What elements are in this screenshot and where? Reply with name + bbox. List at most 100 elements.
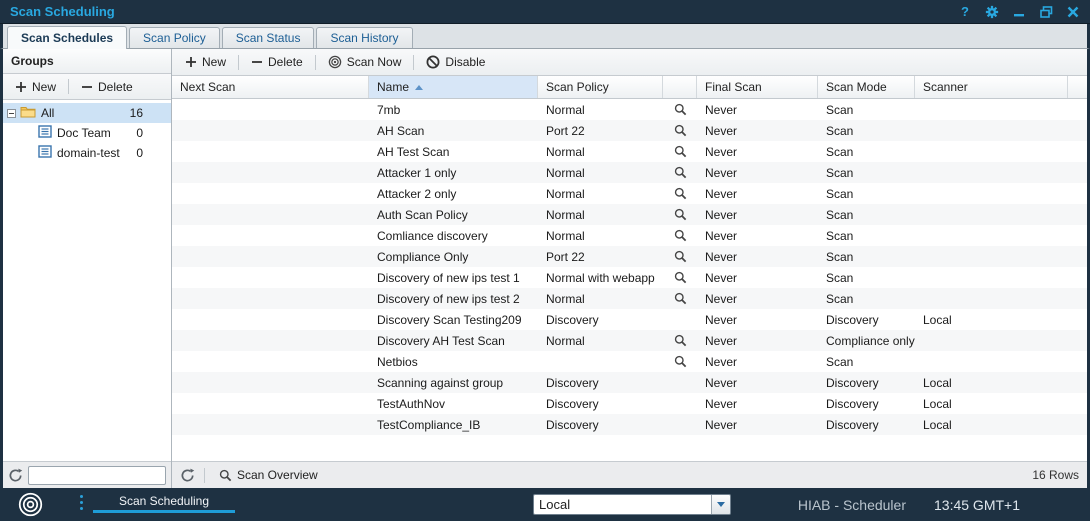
magnifier-icon[interactable] — [674, 187, 687, 200]
cell-scan-mode: Discovery — [818, 414, 915, 435]
table-row[interactable]: AH Test Scan Normal Never Scan — [172, 141, 1087, 162]
help-icon[interactable]: ? — [958, 5, 972, 19]
toolbar-separator — [315, 55, 316, 70]
magnifier-icon[interactable] — [674, 355, 687, 368]
magnifier-icon[interactable] — [674, 334, 687, 347]
magnifier-icon[interactable] — [674, 229, 687, 242]
column-header-scan-mode[interactable]: Scan Mode — [818, 76, 915, 98]
scan-now-button[interactable]: Scan Now — [323, 53, 407, 71]
status-bar: Scan Scheduling Local HIAB - Scheduler 1… — [0, 488, 1090, 521]
cell-name: Compliance Only — [369, 246, 538, 267]
minimize-icon[interactable] — [1012, 5, 1026, 19]
restore-icon[interactable] — [1039, 5, 1053, 19]
refresh-icon[interactable] — [8, 468, 23, 483]
schedules-panel: New Delete — [172, 49, 1087, 488]
table-row[interactable]: Compliance Only Port 22 Never Scan — [172, 246, 1087, 267]
table-row[interactable]: Attacker 1 only Normal Never Scan — [172, 162, 1087, 183]
row-count: 16 Rows — [1032, 468, 1079, 482]
column-header-policy-view[interactable] — [663, 76, 697, 98]
collapse-icon[interactable] — [7, 109, 16, 118]
magnifier-icon[interactable] — [674, 271, 687, 284]
plus-icon — [15, 81, 27, 93]
magnifier-icon[interactable] — [674, 166, 687, 179]
group-delete-button[interactable]: Delete — [76, 78, 138, 96]
table-row[interactable]: TestAuthNov Discovery Never Discovery Lo… — [172, 393, 1087, 414]
cell-scanner: Local — [915, 309, 1068, 330]
cell-name: Discovery Scan Testing209 — [369, 309, 538, 330]
column-header-scan-policy[interactable]: Scan Policy — [538, 76, 663, 98]
table-row[interactable]: 7mb Normal Never Scan — [172, 99, 1087, 120]
tab-scan-history[interactable]: Scan History — [316, 27, 412, 48]
cell-next-scan — [172, 267, 369, 288]
magnifier-icon[interactable] — [674, 292, 687, 305]
table-row[interactable]: Netbios Never Scan — [172, 351, 1087, 372]
cell-name: Discovery of new ips test 1 — [369, 267, 538, 288]
tree-item-doc-team[interactable]: Doc Team 0 — [3, 123, 171, 143]
groups-tree: All 16 Doc Team 0 — [3, 100, 171, 461]
cell-scanner — [915, 141, 1068, 162]
cell-name: Discovery of new ips test 2 — [369, 288, 538, 309]
table-row[interactable]: Scanning against group Discovery Never D… — [172, 372, 1087, 393]
refresh-icon[interactable] — [180, 468, 195, 483]
tab-scan-schedules[interactable]: Scan Schedules — [7, 26, 127, 49]
delete-schedule-button[interactable]: Delete — [246, 53, 308, 71]
group-filter-input[interactable] — [28, 466, 166, 485]
cell-scan-policy-text: Normal — [538, 183, 663, 204]
table-row[interactable]: Discovery of new ips test 1 Normal with … — [172, 267, 1087, 288]
cell-scan-policy-text: Discovery — [538, 372, 663, 393]
cell-scanner: Local — [915, 393, 1068, 414]
gear-icon[interactable] — [985, 5, 999, 19]
tree-item-all[interactable]: All 16 — [3, 103, 171, 123]
cell-scan-mode: Discovery — [818, 372, 915, 393]
bullseye-icon — [328, 55, 342, 69]
group-new-button[interactable]: New — [10, 78, 61, 96]
magnifier-icon[interactable] — [674, 103, 687, 116]
cell-final-scan: Never — [697, 225, 818, 246]
select-dropdown-button[interactable] — [711, 495, 730, 514]
tab-scan-status[interactable]: Scan Status — [222, 27, 315, 48]
column-header-next-scan[interactable]: Next Scan — [172, 76, 369, 98]
column-header-scanner[interactable]: Scanner — [915, 76, 1068, 98]
cell-scan-policy-text: Normal — [538, 141, 663, 162]
target-select[interactable]: Local — [533, 494, 731, 515]
cell-next-scan — [172, 309, 369, 330]
scan-now-label: Scan Now — [347, 55, 402, 69]
column-header-name[interactable]: Name — [369, 76, 538, 98]
cell-next-scan — [172, 225, 369, 246]
cell-final-scan: Never — [697, 99, 818, 120]
disable-button[interactable]: Disable — [421, 53, 490, 71]
magnifier-icon[interactable] — [674, 145, 687, 158]
scan-scheduling-window: Scan Scheduling ? — [0, 0, 1090, 521]
close-icon[interactable] — [1066, 5, 1080, 19]
cell-next-scan — [172, 393, 369, 414]
table-row[interactable]: Auth Scan Policy Normal Never Scan — [172, 204, 1087, 225]
cell-next-scan — [172, 204, 369, 225]
cell-scan-mode: Scan — [818, 351, 915, 372]
taskbar-item-scan-scheduling[interactable]: Scan Scheduling — [93, 491, 235, 513]
new-schedule-button[interactable]: New — [180, 53, 231, 71]
table-row[interactable]: Attacker 2 only Normal Never Scan — [172, 183, 1087, 204]
list-icon — [38, 145, 52, 161]
cell-scanner: Local — [915, 414, 1068, 435]
table-row[interactable]: AH Scan Port 22 Never Scan — [172, 120, 1087, 141]
tree-item-count: 0 — [136, 146, 143, 160]
cell-scan-policy-text: Normal with webapp — [538, 267, 663, 288]
tab-scan-policy[interactable]: Scan Policy — [129, 27, 220, 48]
tree-item-domain-test[interactable]: domain-test 0 — [3, 143, 171, 163]
magnifier-icon[interactable] — [674, 250, 687, 263]
disable-icon — [426, 55, 440, 69]
main-area: Groups New Delete — [0, 49, 1090, 488]
column-header-final-scan[interactable]: Final Scan — [697, 76, 818, 98]
table-row[interactable]: TestCompliance_IB Discovery Never Discov… — [172, 414, 1087, 435]
cell-name: AH Test Scan — [369, 141, 538, 162]
cell-next-scan — [172, 162, 369, 183]
table-row[interactable]: Discovery AH Test Scan Normal Never Comp… — [172, 330, 1087, 351]
scan-overview-button[interactable]: Scan Overview — [214, 466, 323, 484]
cell-final-scan: Never — [697, 393, 818, 414]
magnifier-icon[interactable] — [674, 208, 687, 221]
table-row[interactable]: Discovery of new ips test 2 Normal Never… — [172, 288, 1087, 309]
table-row[interactable]: Comliance discovery Normal Never Scan — [172, 225, 1087, 246]
magnifier-icon[interactable] — [674, 124, 687, 137]
disable-label: Disable — [445, 55, 485, 69]
table-row[interactable]: Discovery Scan Testing209 Discovery Neve… — [172, 309, 1087, 330]
